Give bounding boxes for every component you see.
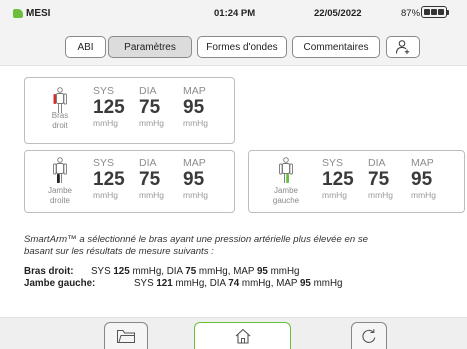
map-header: MAP xyxy=(411,157,434,169)
smartarm-explanation-line2: basant sur les résultats de mesure suiva… xyxy=(24,246,214,257)
result-values: SYS 121 mmHg, DIA 74 mmHg, MAP 95 mmHg xyxy=(134,278,343,289)
dia-header: DIA xyxy=(139,85,157,97)
dia-header: DIA xyxy=(368,157,386,169)
smartarm-notes: SmartArm™ a sélectionné le bras ayant un… xyxy=(24,234,444,289)
tab-bar: ABI Paramètres Formes d'ondes Commentair… xyxy=(0,27,467,66)
limb-label-right-arm: Bras droit xyxy=(51,111,69,130)
sys-header: SYS xyxy=(93,157,115,169)
clock: 01:24 PM xyxy=(214,8,256,19)
brand-name: MESI xyxy=(26,8,51,19)
unit-label: mmHg xyxy=(93,118,119,128)
tab-abi[interactable]: ABI xyxy=(65,36,106,58)
measurement-card-right-leg: Jambe droite SYS 125 mmHg DIA 75 mmHg MA… xyxy=(24,150,235,213)
sys-value-group: SYS 125 mmHg xyxy=(322,157,362,200)
mesi-logo-icon xyxy=(13,9,23,18)
unit-label: mmHg xyxy=(411,190,437,200)
limb-label-right-leg: Jambe droite xyxy=(47,186,72,205)
refresh-icon xyxy=(362,329,376,343)
status-bar: MESI 01:24 PM 22/05/2022 87% xyxy=(0,0,467,27)
result-label: Bras droit: xyxy=(24,266,74,277)
dia-value: 75 xyxy=(368,169,390,190)
unit-label: mmHg xyxy=(183,190,209,200)
map-value-group: MAP 95 mmHg xyxy=(411,157,451,200)
dia-value: 75 xyxy=(139,97,161,118)
sys-value-group: SYS 125 mmHg xyxy=(93,157,133,200)
map-value-group: MAP 95 mmHg xyxy=(183,85,223,128)
user-plus-icon xyxy=(396,40,410,54)
battery-icon xyxy=(421,6,449,18)
tab-formes-d-ondes[interactable]: Formes d'ondes xyxy=(197,36,287,58)
measurement-card-left-leg: Jambe gauche SYS 125 mmHg DIA 75 mmHg MA… xyxy=(248,150,465,213)
map-value: 95 xyxy=(411,169,433,190)
folder-icon xyxy=(117,330,135,343)
battery-percentage: 87% xyxy=(401,8,421,19)
smartarm-explanation-line1: SmartArm™ a sélectionné le bras ayant un… xyxy=(24,234,368,245)
sys-value: 125 xyxy=(93,97,125,118)
result-values: SYS 125 mmHg, DIA 75 mmHg, MAP 95 mmHg xyxy=(91,266,300,277)
map-value: 95 xyxy=(183,169,205,190)
leg-highlight xyxy=(286,174,289,183)
unit-label: mmHg xyxy=(368,190,394,200)
tab-commentaires[interactable]: Commentaires xyxy=(292,36,380,58)
leg-highlight xyxy=(57,174,60,183)
sys-value: 125 xyxy=(93,169,125,190)
map-header: MAP xyxy=(183,157,206,169)
arm-highlight xyxy=(53,94,57,104)
sys-header: SYS xyxy=(322,157,344,169)
unit-label: mmHg xyxy=(139,118,165,128)
open-folder-button[interactable] xyxy=(104,322,148,349)
sys-value-group: SYS 125 mmHg xyxy=(93,85,133,128)
map-value: 95 xyxy=(183,97,205,118)
unit-label: mmHg xyxy=(139,190,165,200)
sys-header: SYS xyxy=(93,85,115,97)
body-leg-indicator-icon xyxy=(279,157,293,183)
unit-label: mmHg xyxy=(93,190,119,200)
date: 22/05/2022 xyxy=(314,8,362,19)
dia-header: DIA xyxy=(139,157,157,169)
home-icon xyxy=(235,328,250,344)
unit-label: mmHg xyxy=(322,190,348,200)
refresh-button[interactable] xyxy=(351,322,387,349)
body-leg-indicator-icon xyxy=(53,157,67,183)
dia-value-group: DIA 75 mmHg xyxy=(139,85,179,128)
unit-label: mmHg xyxy=(183,118,209,128)
measurement-card-right-arm: Bras droit SYS 125 mmHg DIA 75 mmHg MAP … xyxy=(24,77,235,144)
limb-label-left-leg: Jambe gauche xyxy=(272,186,300,205)
dia-value-group: DIA 75 mmHg xyxy=(139,157,179,200)
tab-parametres[interactable]: Paramètres xyxy=(108,36,192,58)
result-label: Jambe gauche: xyxy=(24,278,96,289)
map-header: MAP xyxy=(183,85,206,97)
brand-logo: MESI xyxy=(13,8,50,19)
add-user-button[interactable] xyxy=(386,36,420,58)
map-value-group: MAP 95 mmHg xyxy=(183,157,223,200)
dia-value: 75 xyxy=(139,169,161,190)
home-button[interactable] xyxy=(194,322,291,349)
sys-value: 125 xyxy=(322,169,354,190)
dia-value-group: DIA 75 mmHg xyxy=(368,157,408,200)
